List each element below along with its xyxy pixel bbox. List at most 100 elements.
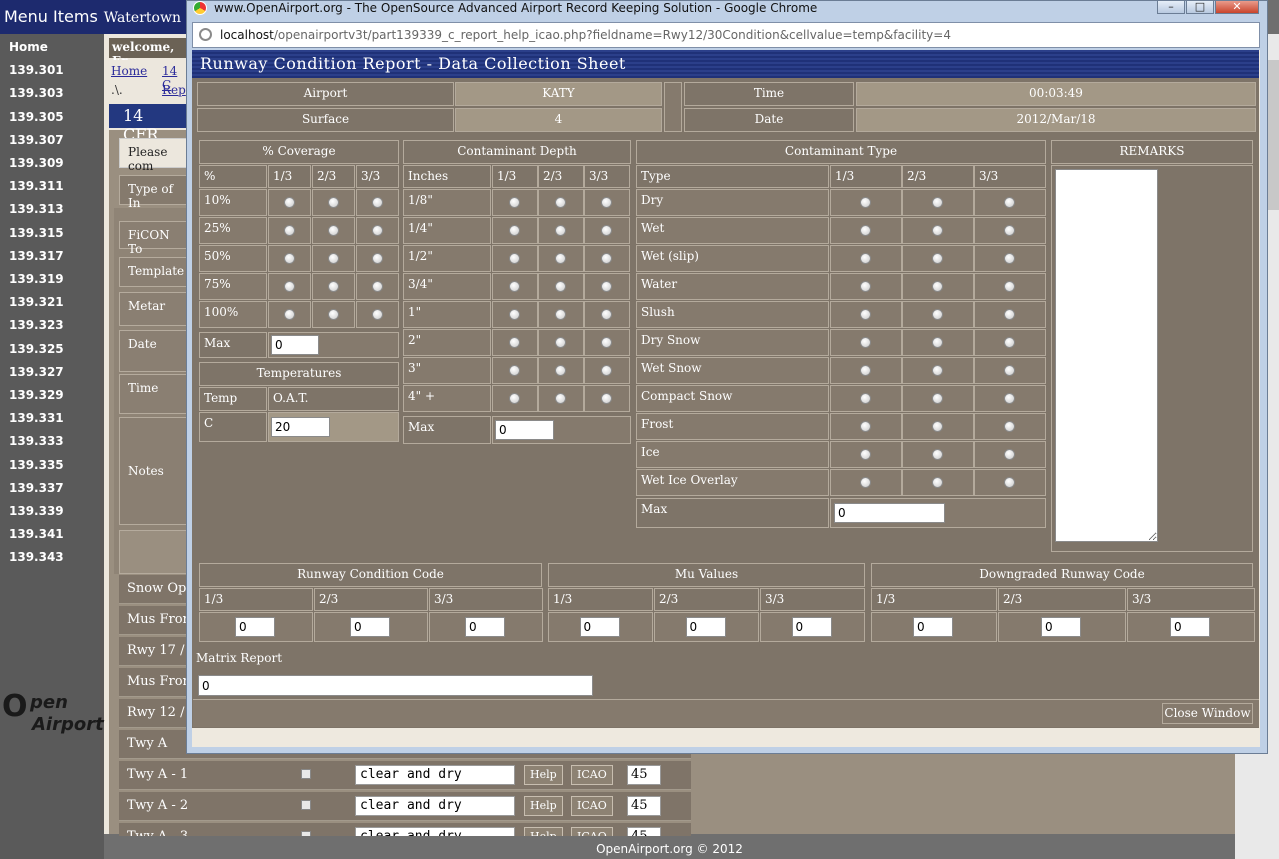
drc-value-input[interactable]: [1041, 617, 1081, 637]
menu-item-139-331[interactable]: 139.331: [9, 411, 99, 425]
depth-radio[interactable]: [509, 253, 520, 264]
menu-item-home[interactable]: Home: [9, 40, 99, 54]
menu-item-139-321[interactable]: 139.321: [9, 295, 99, 309]
depth-radio[interactable]: [555, 281, 566, 292]
coverage-radio[interactable]: [371, 253, 383, 264]
depth-radio[interactable]: [601, 225, 612, 236]
type-radio[interactable]: [1004, 477, 1015, 488]
menu-item-139-343[interactable]: 139.343: [9, 550, 99, 564]
type-radio[interactable]: [1004, 253, 1015, 264]
coverage-max-input[interactable]: [271, 335, 319, 355]
type-radio[interactable]: [1004, 421, 1015, 432]
depth-radio[interactable]: [509, 393, 520, 404]
menu-item-139-325[interactable]: 139.325: [9, 342, 99, 356]
coverage-radio[interactable]: [371, 281, 383, 292]
menu-item-139-329[interactable]: 139.329: [9, 388, 99, 402]
maximize-button[interactable]: □: [1186, 0, 1214, 14]
coverage-radio[interactable]: [327, 253, 339, 264]
menu-item-139-315[interactable]: 139.315: [9, 226, 99, 240]
menu-item-139-339[interactable]: 139.339: [9, 504, 99, 518]
remarks-textarea[interactable]: [1055, 169, 1158, 542]
menu-item-139-311[interactable]: 139.311: [9, 179, 99, 193]
menu-item-139-319[interactable]: 139.319: [9, 272, 99, 286]
type-radio[interactable]: [860, 337, 871, 348]
menu-item-139-307[interactable]: 139.307: [9, 133, 99, 147]
menu-item-139-333[interactable]: 139.333: [9, 434, 99, 448]
type-radio[interactable]: [860, 309, 871, 320]
close-window-x-button[interactable]: ✕: [1215, 0, 1259, 14]
type-radio[interactable]: [1004, 197, 1015, 208]
type-radio[interactable]: [932, 449, 943, 460]
rcc-value-input[interactable]: [350, 617, 390, 637]
address-bar[interactable]: localhost/openairportv3t/part139339_c_re…: [192, 22, 1260, 48]
menu-item-139-341[interactable]: 139.341: [9, 527, 99, 541]
depth-radio[interactable]: [601, 309, 612, 320]
coverage-radio[interactable]: [327, 281, 339, 292]
crumb-home-link[interactable]: Home: [111, 64, 147, 78]
mu-value-input[interactable]: [579, 617, 620, 637]
depth-radio[interactable]: [601, 197, 612, 208]
type-radio[interactable]: [1004, 337, 1015, 348]
type-radio[interactable]: [860, 225, 871, 236]
type-radio[interactable]: [932, 281, 943, 292]
menu-item-139-309[interactable]: 139.309: [9, 156, 99, 170]
type-radio[interactable]: [932, 225, 943, 236]
temperature-input[interactable]: [271, 417, 330, 437]
coverage-radio[interactable]: [283, 253, 295, 264]
row-checkbox[interactable]: [301, 800, 311, 810]
type-radio[interactable]: [860, 477, 871, 488]
icao-button[interactable]: ICAO: [571, 765, 613, 785]
type-radio[interactable]: [860, 365, 871, 376]
minimize-button[interactable]: –: [1157, 0, 1185, 14]
coverage-radio[interactable]: [327, 225, 339, 236]
mu-value-input[interactable]: [685, 617, 726, 637]
rcc-value-input[interactable]: [465, 617, 505, 637]
menu-item-139-301[interactable]: 139.301: [9, 63, 99, 77]
coverage-radio[interactable]: [371, 197, 383, 208]
type-radio[interactable]: [932, 477, 943, 488]
drc-value-input[interactable]: [913, 617, 953, 637]
type-radio[interactable]: [860, 449, 871, 460]
row-value-input[interactable]: clear and dry: [355, 765, 515, 785]
depth-radio[interactable]: [601, 337, 612, 348]
menu-item-139-323[interactable]: 139.323: [9, 318, 99, 332]
rcc-value-input[interactable]: [235, 617, 275, 637]
drc-value-input[interactable]: [1170, 617, 1210, 637]
menu-item-139-335[interactable]: 139.335: [9, 458, 99, 472]
type-radio[interactable]: [860, 393, 871, 404]
icao-button[interactable]: ICAO: [571, 796, 613, 816]
depth-radio[interactable]: [555, 337, 566, 348]
mu-value-input[interactable]: [791, 617, 832, 637]
type-radio[interactable]: [1004, 449, 1015, 460]
depth-radio[interactable]: [555, 309, 566, 320]
depth-radio[interactable]: [555, 197, 566, 208]
depth-radio[interactable]: [509, 281, 520, 292]
type-radio[interactable]: [1004, 365, 1015, 376]
depth-radio[interactable]: [555, 393, 566, 404]
type-radio[interactable]: [932, 309, 943, 320]
depth-radio[interactable]: [509, 225, 520, 236]
depth-radio[interactable]: [601, 365, 612, 376]
type-radio[interactable]: [932, 365, 943, 376]
coverage-radio[interactable]: [283, 197, 295, 208]
type-radio[interactable]: [1004, 225, 1015, 236]
scrollbar-thumb[interactable]: [1267, 60, 1279, 210]
depth-radio[interactable]: [555, 225, 566, 236]
type-radio[interactable]: [932, 253, 943, 264]
type-radio[interactable]: [932, 393, 943, 404]
row-number-input[interactable]: 45: [627, 796, 661, 816]
depth-radio[interactable]: [601, 281, 612, 292]
depth-radio[interactable]: [509, 309, 520, 320]
row-value-input[interactable]: clear and dry: [355, 796, 515, 816]
coverage-radio[interactable]: [283, 281, 295, 292]
coverage-radio[interactable]: [327, 197, 339, 208]
menu-item-139-303[interactable]: 139.303: [9, 86, 99, 100]
help-button[interactable]: Help: [524, 765, 563, 785]
menu-item-139-327[interactable]: 139.327: [9, 365, 99, 379]
menu-item-139-317[interactable]: 139.317: [9, 249, 99, 263]
matrix-report-input[interactable]: [198, 675, 593, 696]
type-radio[interactable]: [1004, 309, 1015, 320]
type-radio[interactable]: [860, 281, 871, 292]
close-window-button[interactable]: Close Window: [1162, 703, 1253, 724]
depth-radio[interactable]: [509, 197, 520, 208]
